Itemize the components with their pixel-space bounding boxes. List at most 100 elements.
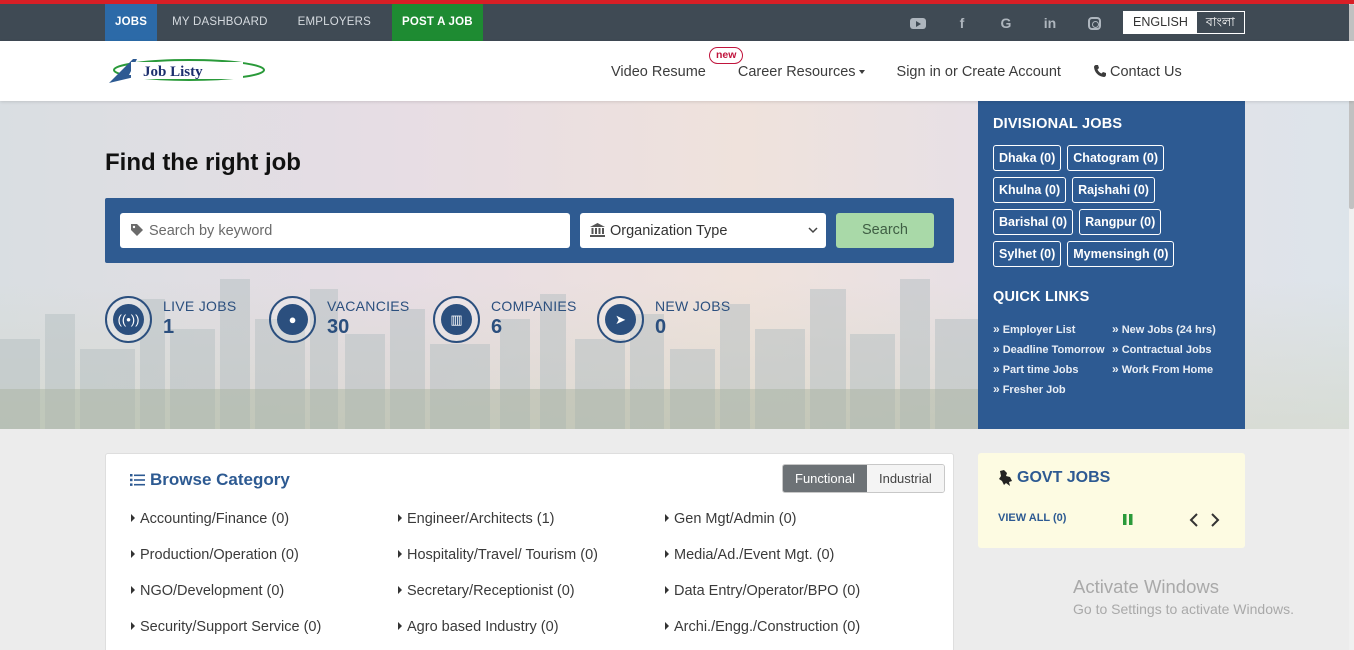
category-type-toggle: Functional Industrial [782,464,945,493]
division-rangpur[interactable]: Rangpur (0) [1079,209,1162,235]
category-link[interactable]: Gen Mgt/Admin (0) [665,511,932,531]
tag-icon [131,224,143,236]
quick-link-deadline-tomorrow[interactable]: Deadline Tomorrow [993,342,1112,356]
division-mymensingh[interactable]: Mymensingh (0) [1067,241,1175,267]
language-switcher: ENGLISH বাংলা [1123,11,1245,34]
nav-video-resume[interactable]: Video Resume new [611,47,744,80]
category-link[interactable]: Media/Ad./Event Mgt. (0) [665,547,932,567]
top-nav: JOBS MY DASHBOARD EMPLOYERS POST A JOB [105,4,483,41]
bank-icon [590,223,605,237]
keyword-search-input[interactable] [149,213,559,248]
browse-category-panel: Browse Category Functional Industrial Ac… [105,453,954,650]
category-link[interactable]: Security/Support Service (0) [131,619,398,639]
side-panel: DIVISIONAL JOBS Dhaka (0) Chatogram (0) K… [978,101,1245,429]
stat-label: COMPANIES [491,298,577,314]
category-link[interactable]: Accounting/Finance (0) [131,511,398,531]
building-icon: ▥ [441,304,472,335]
contact-us-label: Contact Us [1109,64,1182,80]
govt-jobs-panel: GOVT JOBS VIEW ALL (0) [978,453,1245,548]
watermark-subtitle: Go to Settings to activate Windows. [1073,601,1294,617]
industrial-tab[interactable]: Industrial [866,465,944,492]
stat-companies[interactable]: ▥ COMPANIES 6 [433,296,597,343]
quick-link-work-from-home[interactable]: Work From Home [1112,362,1242,376]
activate-windows-watermark: Activate Windows Go to Settings to activ… [1073,576,1294,617]
division-buttons: Dhaka (0) Chatogram (0) Khulna (0) Rajshah… [993,145,1238,273]
lang-english-button[interactable]: ENGLISH [1124,12,1197,33]
stat-value: 6 [491,316,503,338]
nav-contact-us[interactable]: Contact Us [1093,64,1182,80]
division-chatogram[interactable]: Chatogram (0) [1067,145,1165,171]
nav-jobs[interactable]: JOBS [105,4,158,41]
nav-sign-in[interactable]: Sign in or Create Account [897,64,1061,80]
category-link[interactable]: Production/Operation (0) [131,547,398,567]
stat-live-jobs[interactable]: ((•)) LIVE JOBS 1 [105,296,269,343]
division-dhaka[interactable]: Dhaka (0) [993,145,1062,171]
division-khulna[interactable]: Khulna (0) [993,177,1067,203]
category-link[interactable]: Archi./Engg./Construction (0) [665,619,932,639]
stat-label: LIVE JOBS [163,298,237,314]
hero-title: Find the right job [105,149,301,176]
govt-jobs-title: GOVT JOBS [1017,469,1111,486]
lang-bangla-button[interactable]: বাংলা [1196,12,1244,33]
pause-icon[interactable] [1123,514,1133,525]
watermark-title: Activate Windows [1073,576,1219,597]
division-barishal[interactable]: Barishal (0) [993,209,1074,235]
youtube-icon[interactable] [896,15,940,31]
category-list: Accounting/Finance (0) Engineer/Architec… [131,511,951,639]
facebook-icon[interactable]: f [940,15,984,31]
category-link[interactable]: NGO/Development (0) [131,583,398,603]
google-icon[interactable]: G [984,15,1028,31]
category-link[interactable]: Engineer/Architects (1) [398,511,665,531]
quick-link-employer-list[interactable]: Employer List [993,322,1112,336]
social-links: f G in [896,4,1116,41]
caret-down-icon [858,70,865,75]
main-header: Job Listy Video Resume new Career Resour… [0,41,1354,101]
chevron-right-icon[interactable] [1210,513,1220,527]
stat-label: NEW JOBS [655,298,731,314]
quick-link-fresher-job[interactable]: Fresher Job [993,382,1112,396]
antenna-icon: ((•)) [113,304,144,335]
sign-in-label: Sign in or Create Account [896,64,1061,80]
divisional-jobs-title: DIVISIONAL JOBS [993,116,1123,132]
stat-new-jobs[interactable]: ➤ NEW JOBS 0 [597,296,761,343]
chevron-left-icon[interactable] [1189,513,1199,527]
division-sylhet[interactable]: Sylhet (0) [993,241,1062,267]
nav-post-a-job[interactable]: POST A JOB [392,4,483,41]
view-all-link[interactable]: VIEW ALL (0) [998,512,1066,524]
nav-career-resources[interactable]: Career Resources [738,64,865,80]
functional-tab[interactable]: Functional [783,465,867,492]
browse-category-title: Browse Category [150,470,290,489]
search-button[interactable]: Search [836,213,934,248]
chevron-down-icon [808,227,818,234]
stat-vacancies[interactable]: ● VACANCIES 30 [269,296,433,343]
organization-type-select[interactable]: Organization Type [580,213,826,248]
division-rajshahi[interactable]: Rajshahi (0) [1072,177,1155,203]
category-link[interactable]: Hospitality/Travel/ Tourism (0) [398,547,665,567]
category-link[interactable]: Secretary/Receptionist (0) [398,583,665,603]
scrollbar-thumb[interactable] [1349,4,1354,209]
quick-link-contractual-jobs[interactable]: Contractual Jobs [1112,342,1242,356]
category-link[interactable]: Agro based Industry (0) [398,619,665,639]
job-listy-logo[interactable]: Job Listy [107,53,267,87]
nav-employers[interactable]: EMPLOYERS [283,4,386,41]
bangladesh-map-icon [999,470,1012,486]
career-resources-label: Career Resources [737,64,856,80]
new-badge: new [709,47,744,64]
quick-links: Employer List New Jobs (24 hrs) Deadline… [993,322,1243,396]
top-bar: JOBS MY DASHBOARD EMPLOYERS POST A JOB f… [0,4,1354,41]
stat-value: 0 [655,316,667,338]
stat-value: 30 [327,316,350,338]
quick-links-title: QUICK LINKS [993,289,1090,305]
job-stats: ((•)) LIVE JOBS 1 ● VACANCIES 30 ▥ COMPA… [105,296,761,343]
quick-link-part-time-jobs[interactable]: Part time Jobs [993,362,1112,376]
instagram-icon[interactable] [1072,15,1116,31]
nav-my-dashboard[interactable]: MY DASHBOARD [157,4,282,41]
category-link[interactable]: Data Entry/Operator/BPO (0) [665,583,932,603]
linkedin-icon[interactable]: in [1028,15,1072,31]
browse-category-heading: Browse Category [130,470,290,490]
quick-link-new-jobs[interactable]: New Jobs (24 hrs) [1112,322,1242,336]
keyword-search-field [120,213,570,248]
stat-label: VACANCIES [327,298,410,314]
user-icon: ● [277,304,308,335]
logo-text: Job Listy [143,64,203,80]
